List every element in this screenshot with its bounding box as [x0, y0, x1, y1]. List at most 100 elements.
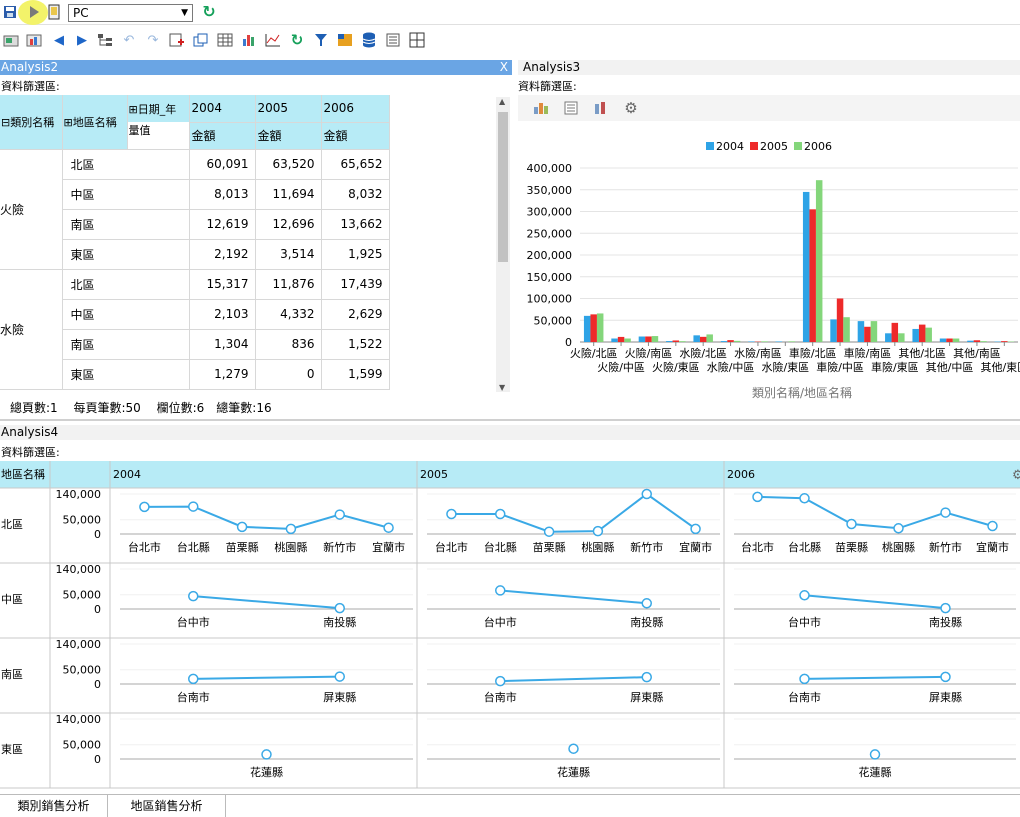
bar[interactable]	[837, 299, 844, 343]
col-header-category[interactable]: ⊟類別名稱	[0, 95, 62, 149]
pivot-icon[interactable]	[336, 31, 354, 49]
data-point[interactable]	[894, 524, 903, 533]
bar[interactable]	[748, 341, 755, 342]
value-cell[interactable]: 1,279	[189, 359, 255, 389]
bar[interactable]	[912, 329, 919, 342]
line-chart-icon[interactable]	[264, 31, 282, 49]
value-cell[interactable]: 15,317	[189, 269, 255, 299]
vertical-scrollbar[interactable]: ▲ ▼	[496, 97, 510, 392]
copy-icon[interactable]	[192, 31, 210, 49]
value-cell[interactable]: 1,925	[321, 239, 389, 269]
data-point[interactable]	[335, 510, 344, 519]
open-icon[interactable]	[2, 31, 20, 49]
value-cell[interactable]: 17,439	[321, 269, 389, 299]
bar[interactable]	[721, 341, 728, 342]
analysis2-filter-area[interactable]: 資料篩選區:	[1, 78, 60, 94]
gear-icon[interactable]: ⚙	[622, 99, 640, 117]
bar[interactable]	[700, 337, 707, 342]
bar[interactable]	[967, 341, 974, 342]
bar[interactable]	[1001, 341, 1008, 342]
region-cell[interactable]: 南區	[62, 209, 189, 239]
data-point[interactable]	[262, 750, 271, 759]
data-point[interactable]	[189, 674, 198, 683]
data-point[interactable]	[800, 591, 809, 600]
bar[interactable]	[816, 180, 823, 342]
bar[interactable]	[618, 337, 625, 342]
filter-icon[interactable]	[312, 31, 330, 49]
year-header[interactable]: 2004	[189, 95, 255, 122]
region-cell[interactable]: 北區	[62, 149, 189, 179]
value-cell[interactable]: 2,103	[189, 299, 255, 329]
data-point[interactable]	[941, 508, 950, 517]
value-cell[interactable]: 63,520	[255, 149, 321, 179]
value-cell[interactable]: 11,694	[255, 179, 321, 209]
add-icon[interactable]	[168, 31, 186, 49]
bar[interactable]	[803, 192, 810, 342]
data-point[interactable]	[988, 522, 997, 531]
value-cell[interactable]: 1,304	[189, 329, 255, 359]
bar[interactable]	[809, 209, 816, 342]
bar[interactable]	[673, 340, 680, 342]
region-cell[interactable]: 東區	[62, 359, 189, 389]
bar[interactable]	[584, 316, 591, 342]
data-point[interactable]	[496, 510, 505, 519]
bar[interactable]	[727, 340, 734, 342]
bar[interactable]	[858, 321, 865, 342]
bar[interactable]	[974, 340, 981, 342]
bar[interactable]	[693, 335, 700, 342]
value-cell[interactable]: 65,652	[321, 149, 389, 179]
data-point[interactable]	[569, 744, 578, 753]
col-header-year-dim[interactable]: ⊞日期_年	[127, 95, 189, 122]
region-cell[interactable]: 北區	[62, 269, 189, 299]
bar[interactable]	[706, 334, 713, 342]
bar[interactable]	[776, 341, 783, 342]
device-select[interactable]: PC ▼	[68, 4, 193, 22]
bar-chart-icon[interactable]	[532, 99, 550, 117]
value-cell[interactable]: 8,013	[189, 179, 255, 209]
data-point[interactable]	[286, 524, 295, 533]
value-cell[interactable]: 1,599	[321, 359, 389, 389]
value-cell[interactable]: 4,332	[255, 299, 321, 329]
data-point[interactable]	[447, 510, 456, 519]
run-icon[interactable]	[25, 3, 43, 21]
database-icon[interactable]	[360, 31, 378, 49]
data-point[interactable]	[545, 527, 554, 536]
data-point[interactable]	[642, 599, 651, 608]
year-header[interactable]: 2005	[255, 95, 321, 122]
undo-icon[interactable]: ↶	[120, 31, 138, 49]
value-cell[interactable]: 0	[255, 359, 321, 389]
panel-divider[interactable]	[0, 419, 1020, 421]
bar[interactable]	[919, 325, 926, 342]
forward-icon[interactable]: ▶	[73, 31, 91, 49]
data-point[interactable]	[847, 520, 856, 529]
col-header-region[interactable]: ⊞地區名稱	[62, 95, 127, 149]
bar[interactable]	[940, 339, 947, 342]
bar[interactable]	[789, 341, 796, 342]
device-icon[interactable]	[45, 3, 63, 21]
bar[interactable]	[946, 339, 953, 342]
bar[interactable]	[597, 313, 604, 342]
bar[interactable]	[885, 333, 892, 342]
bar-chart-icon[interactable]	[240, 31, 258, 49]
scroll-down-icon[interactable]: ▼	[499, 383, 505, 392]
region-cell[interactable]: 中區	[62, 299, 189, 329]
chart-image-icon[interactable]	[25, 31, 43, 49]
bar[interactable]	[652, 336, 659, 342]
data-point[interactable]	[642, 673, 651, 682]
category-cell[interactable]: 水險	[0, 269, 62, 389]
bar[interactable]	[843, 317, 850, 342]
refresh-icon[interactable]: ↻	[200, 3, 218, 21]
region-cell[interactable]: 東區	[62, 239, 189, 269]
region-cell[interactable]: 南區	[62, 329, 189, 359]
data-point[interactable]	[941, 604, 950, 613]
data-point[interactable]	[941, 672, 950, 681]
value-cell[interactable]: 11,876	[255, 269, 321, 299]
data-point[interactable]	[238, 522, 247, 531]
bar[interactable]	[892, 323, 899, 342]
bar[interactable]	[679, 341, 686, 342]
bar[interactable]	[590, 314, 597, 342]
bar[interactable]	[639, 337, 646, 342]
value-cell[interactable]: 2,629	[321, 299, 389, 329]
data-point[interactable]	[140, 502, 149, 511]
analysis4-filter-area[interactable]: 資料篩選區:	[1, 444, 60, 460]
